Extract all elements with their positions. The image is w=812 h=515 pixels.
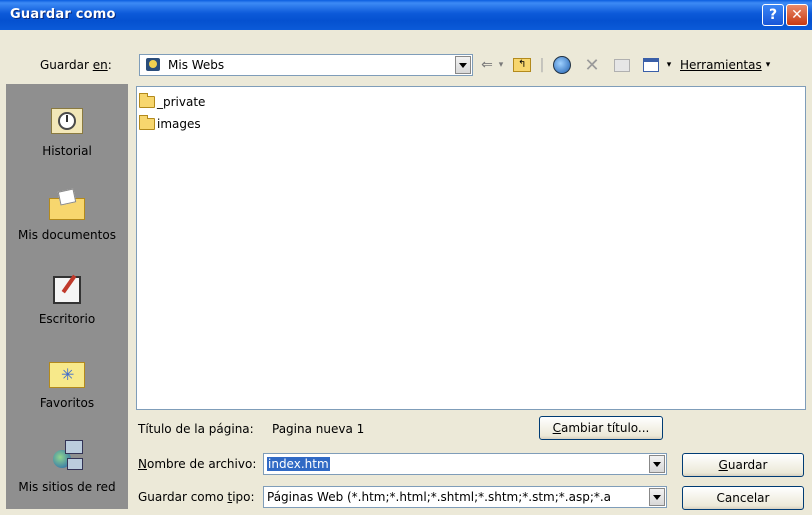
list-item[interactable]: images xyxy=(139,115,201,133)
title-bar[interactable]: Guardar como ? ✕ xyxy=(0,0,812,30)
chevron-down-icon[interactable] xyxy=(649,488,665,506)
desktop-icon xyxy=(49,272,85,306)
favorites-icon: ✳ xyxy=(49,356,85,390)
change-title-button[interactable]: Cambiar título... xyxy=(539,416,663,440)
views-icon[interactable] xyxy=(640,54,662,76)
place-history[interactable]: Historial xyxy=(6,104,128,158)
page-title-value: Pagina nueva 1 xyxy=(272,422,365,436)
place-my-documents[interactable]: Mis documentos xyxy=(6,188,128,242)
file-list[interactable]: _private images xyxy=(136,86,806,410)
save-in-label: Guardar en: xyxy=(40,58,112,72)
folder-icon xyxy=(139,93,155,108)
tools-menu-label: Herramientas xyxy=(680,58,762,72)
dialog-title: Guardar como xyxy=(10,7,116,22)
filename-value: index.htm xyxy=(267,457,330,471)
help-icon: ? xyxy=(768,7,778,23)
history-icon xyxy=(49,104,85,138)
list-item[interactable]: _private xyxy=(139,93,205,111)
close-button[interactable]: ✕ xyxy=(786,4,808,26)
back-dropdown-icon[interactable]: ▾ xyxy=(496,54,506,76)
place-network[interactable]: Mis sitios de red xyxy=(6,440,128,494)
tools-menu-button[interactable]: Herramientas ▾ xyxy=(680,54,790,76)
web-folder-icon xyxy=(146,58,160,71)
filetype-value: Páginas Web (*.htm;*.html;*.shtml;*.shtm… xyxy=(267,490,612,504)
places-bar: Historial Mis documentos Escritorio ✳ Fa… xyxy=(6,84,128,509)
filetype-select[interactable]: Páginas Web (*.htm;*.html;*.shtml;*.shtm… xyxy=(263,486,667,508)
delete-icon[interactable]: ✕ xyxy=(580,54,604,76)
chevron-down-icon[interactable] xyxy=(649,455,665,473)
toolbar-separator: | xyxy=(539,57,545,73)
filename-input[interactable]: index.htm xyxy=(263,453,667,475)
place-favorites[interactable]: ✳ Favoritos xyxy=(6,356,128,410)
cancel-button[interactable]: Cancelar xyxy=(682,486,804,510)
views-dropdown-icon[interactable]: ▾ xyxy=(664,54,674,76)
place-desktop[interactable]: Escritorio xyxy=(6,272,128,326)
up-one-level-icon[interactable]: ↰ xyxy=(510,54,534,76)
filetype-label: Guardar como tipo: xyxy=(138,490,255,504)
page-title-label: Título de la página: xyxy=(138,422,254,436)
search-web-icon[interactable] xyxy=(550,54,574,76)
filename-label: Nombre de archivo: xyxy=(138,457,257,471)
network-places-icon xyxy=(49,440,85,474)
save-in-combo[interactable]: Mis Webs xyxy=(139,54,473,76)
save-as-dialog: Guardar como ? ✕ Guardar en: Mis Webs ⇐ … xyxy=(0,0,812,515)
new-folder-icon[interactable] xyxy=(610,54,634,76)
tools-dropdown-icon: ▾ xyxy=(765,60,771,70)
save-in-value: Mis Webs xyxy=(168,58,225,72)
back-icon[interactable]: ⇐ xyxy=(478,54,496,76)
help-button[interactable]: ? xyxy=(762,4,784,26)
folder-icon xyxy=(139,115,155,130)
my-documents-icon xyxy=(49,188,85,222)
save-button[interactable]: Guardar xyxy=(682,453,804,477)
close-icon: ✕ xyxy=(791,7,803,23)
chevron-down-icon[interactable] xyxy=(455,56,471,74)
